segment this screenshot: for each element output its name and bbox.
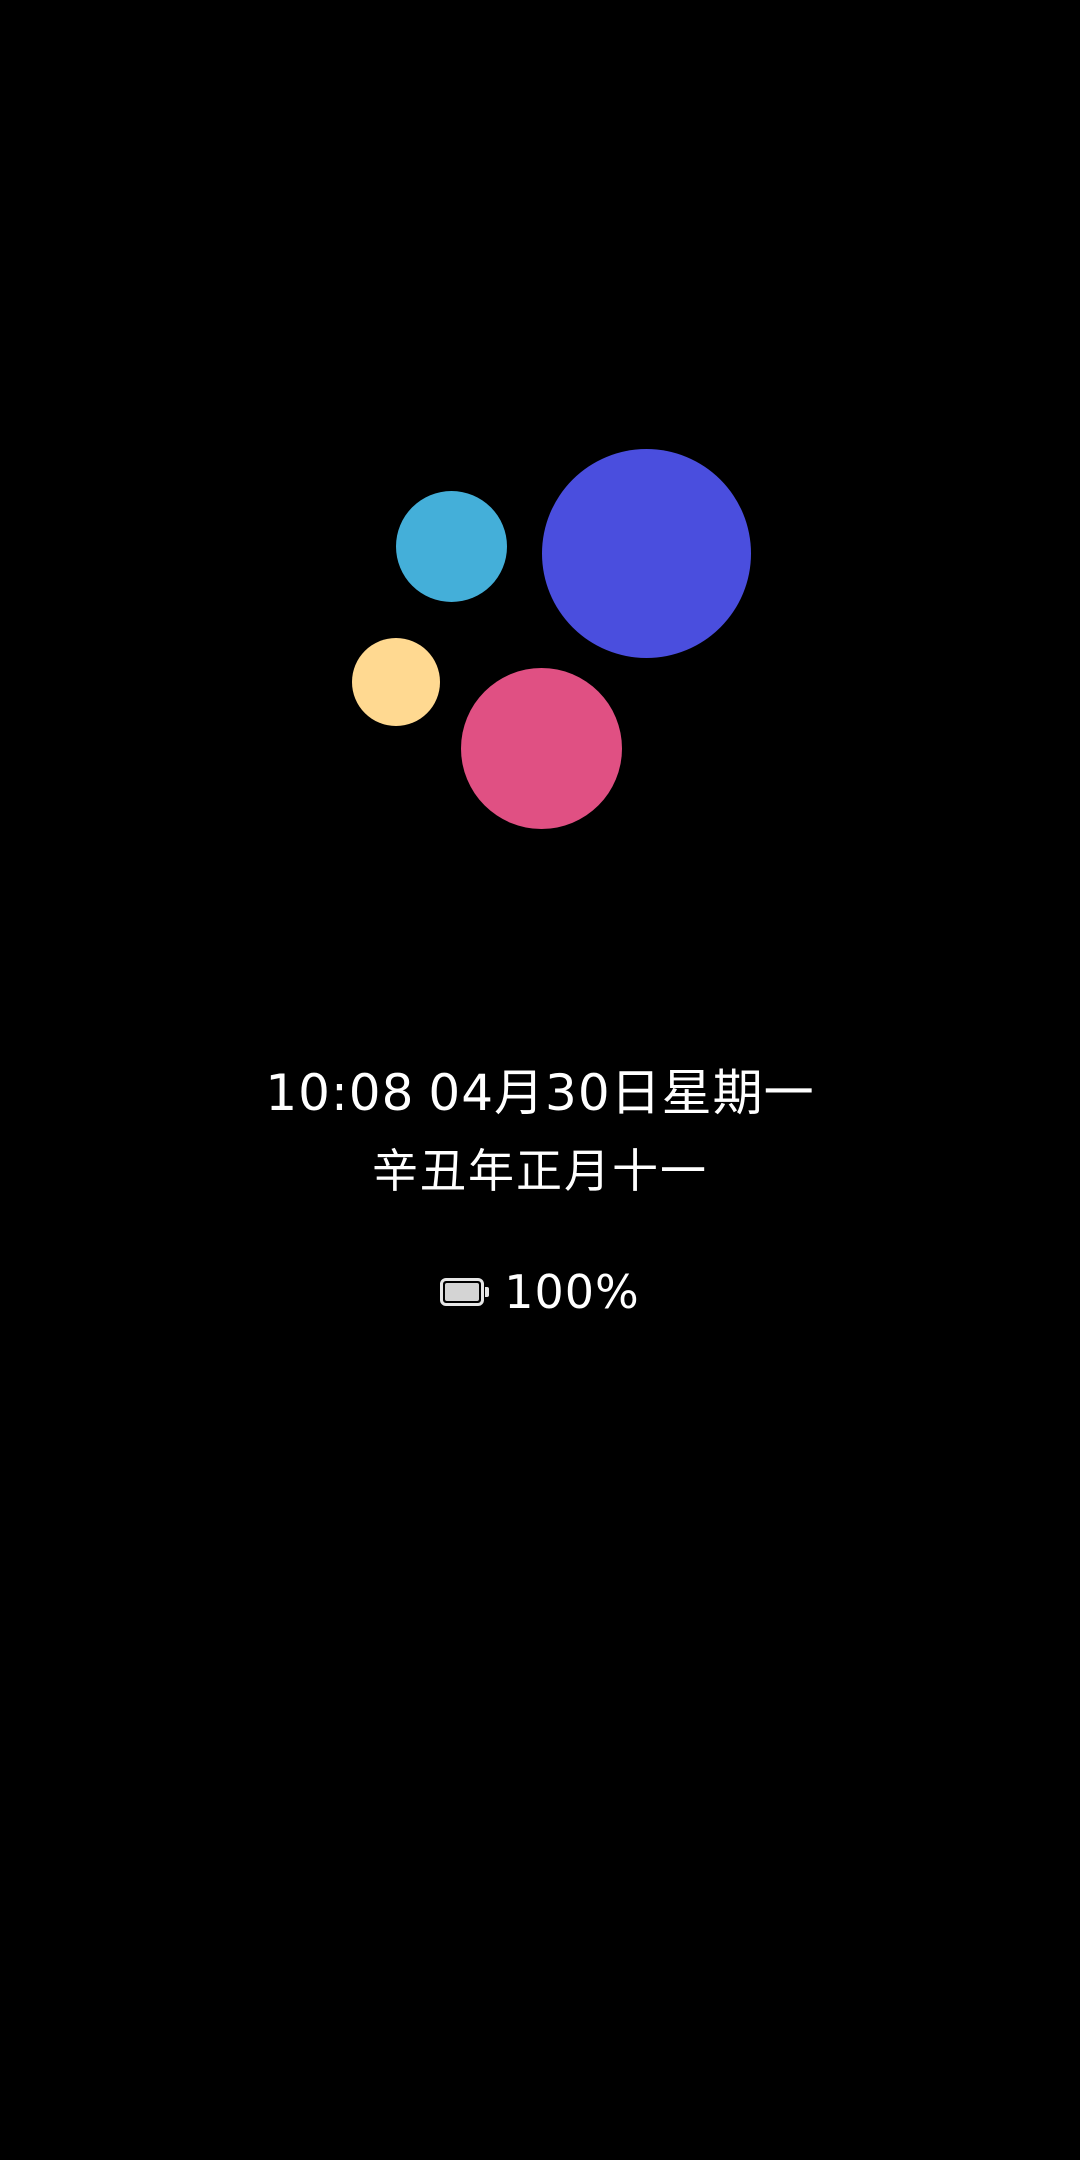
lunar-date: 辛丑年正月十一: [372, 1144, 708, 1198]
blue-bubble: [542, 449, 751, 658]
yellow-bubble: [352, 638, 440, 726]
battery-status: 100%: [0, 1262, 1080, 1322]
battery-icon: [440, 1278, 490, 1306]
battery-percentage: 100%: [504, 1265, 640, 1319]
time-date-line: 10:08 04月30日星期一: [0, 1058, 1080, 1128]
always-on-display-screen: 10:08 04月30日星期一 辛丑年正月十一 100%: [0, 0, 1080, 2160]
pink-bubble: [461, 668, 622, 829]
battery-level-fill: [445, 1283, 480, 1301]
cyan-bubble: [396, 491, 507, 602]
date-weekday: 04月30日星期一: [428, 1064, 815, 1122]
clock-time: 10:08: [265, 1064, 415, 1122]
